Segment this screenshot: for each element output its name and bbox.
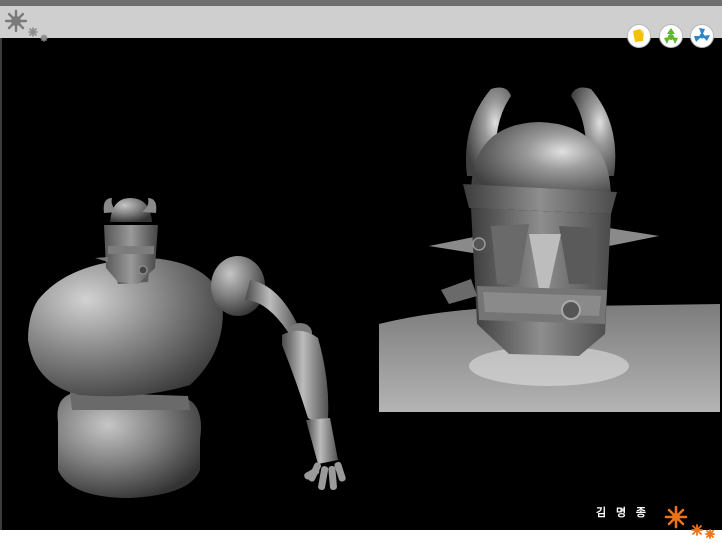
author-name: 김 명 종	[596, 506, 650, 519]
robot-head-closeup-render	[379, 84, 720, 412]
robot-hand	[304, 461, 346, 491]
forearm	[282, 330, 329, 422]
orange-flower-icon	[664, 505, 715, 539]
